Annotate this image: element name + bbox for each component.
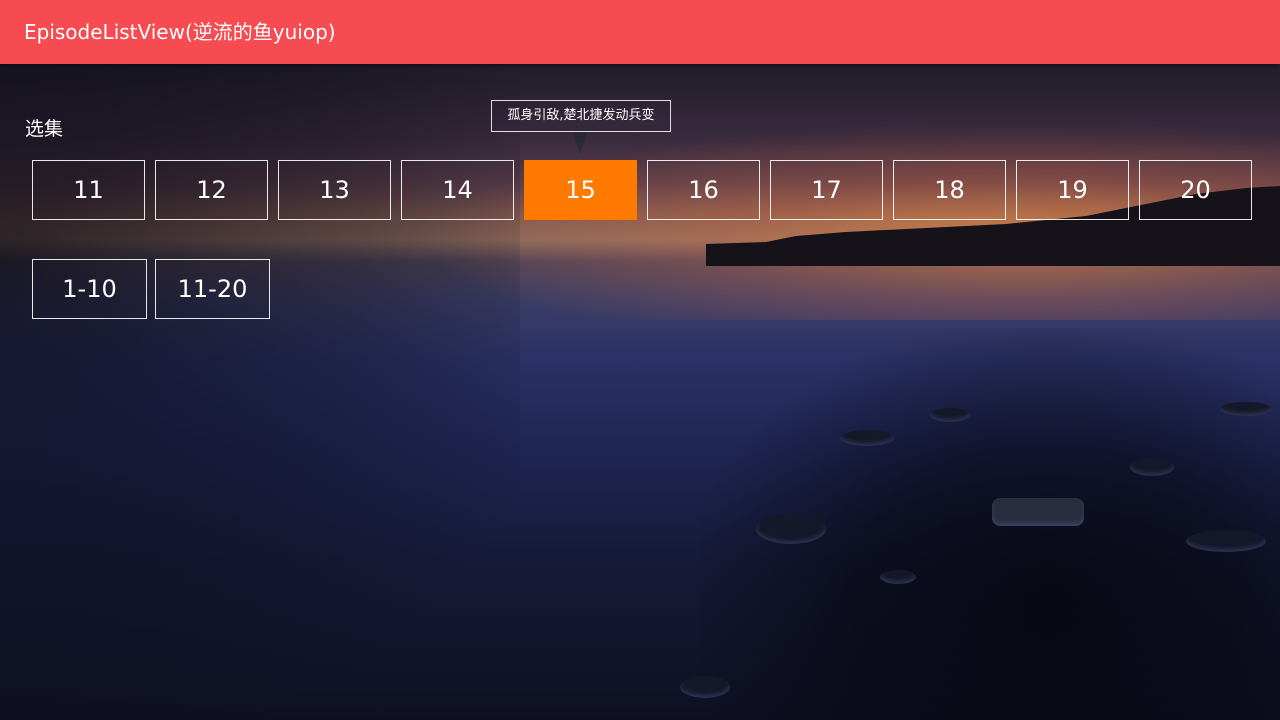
tooltip-arrow-icon <box>573 132 587 154</box>
rock <box>1186 530 1266 552</box>
rock <box>680 676 730 698</box>
range-tab[interactable]: 1-10 <box>32 259 147 319</box>
rock <box>930 408 970 422</box>
app-title: EpisodeListView(逆流的鱼yuiop) <box>24 20 336 44</box>
episode-button[interactable]: 20 <box>1139 160 1252 220</box>
episode-button[interactable]: 13 <box>278 160 391 220</box>
rock <box>1130 458 1174 476</box>
section-label: 选集 <box>25 118 64 140</box>
episode-button[interactable]: 17 <box>770 160 883 220</box>
episode-button-focused[interactable]: 15 <box>524 160 637 220</box>
episode-button[interactable]: 14 <box>401 160 514 220</box>
rock <box>1220 402 1272 416</box>
rock <box>992 498 1084 526</box>
rock <box>756 514 826 544</box>
range-tab[interactable]: 11-20 <box>155 259 270 319</box>
app-bar: EpisodeListView(逆流的鱼yuiop) <box>0 0 1280 64</box>
episode-button[interactable]: 12 <box>155 160 268 220</box>
episode-button[interactable]: 16 <box>647 160 760 220</box>
episode-button[interactable]: 18 <box>893 160 1006 220</box>
rock <box>840 430 894 446</box>
episode-tooltip: 孤身引敌,楚北捷发动兵变 <box>491 100 671 132</box>
rock <box>880 570 916 584</box>
episode-button[interactable]: 11 <box>32 160 145 220</box>
episode-button[interactable]: 19 <box>1016 160 1129 220</box>
